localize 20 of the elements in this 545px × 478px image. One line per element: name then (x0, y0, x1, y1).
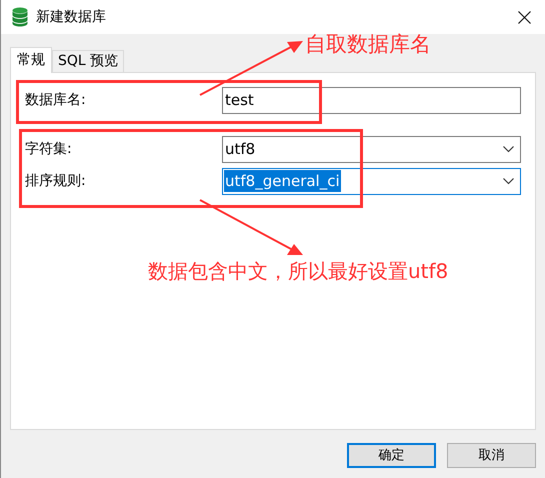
chevron-down-icon (503, 146, 514, 152)
tab[interactable]: 常规 (10, 47, 52, 73)
dropdown-field[interactable]: utf8_general_ci (222, 168, 521, 194)
annotation-text: 数据包含中文，所以最好设置utf8 (148, 258, 448, 285)
field-value: utf8 (224, 138, 256, 160)
dropdown-field[interactable]: utf8 (222, 136, 521, 162)
field-value: test (224, 90, 255, 111)
chevron-down-icon (503, 178, 514, 184)
input-field[interactable]: test (222, 86, 521, 114)
annotation-text: 自取数据库名 (305, 31, 431, 58)
field-value: utf8_general_ci (224, 170, 341, 192)
tab[interactable]: SQL 预览 (52, 50, 124, 72)
field-label: 字符集: (25, 140, 73, 158)
dialog-button[interactable]: 确定 (347, 443, 436, 468)
field-label: 排序规则: (25, 172, 87, 190)
window-title: 新建数据库 (36, 8, 106, 26)
dialog-button[interactable]: 取消 (447, 443, 536, 468)
field-label: 数据库名: (25, 90, 87, 110)
close-icon[interactable] (518, 10, 531, 24)
database-icon (12, 7, 28, 27)
